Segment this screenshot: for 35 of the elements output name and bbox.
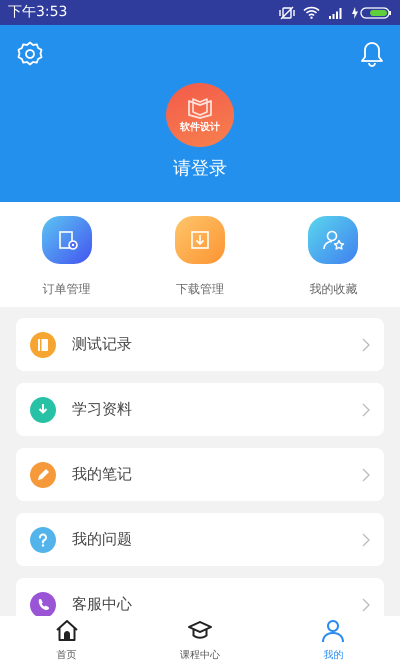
vibrate-off-icon [279, 6, 295, 20]
tab[interactable]: 首页 [22, 616, 112, 666]
menu-item[interactable]: 我的问题 [16, 513, 384, 566]
menu-item[interactable]: 客服中心 [16, 578, 384, 616]
order-settings-icon [42, 216, 92, 264]
logo-caption: 软件设计 [180, 123, 220, 133]
chevron-right-icon [362, 338, 370, 352]
chevron-right-icon [362, 598, 370, 612]
home-icon [54, 618, 80, 644]
wifi-icon [303, 6, 320, 19]
menu-label: 测试记录 [72, 334, 133, 356]
download-icon [174, 216, 225, 264]
settings-icon[interactable] [16, 41, 44, 67]
tab[interactable]: 我的 [288, 616, 378, 666]
chevron-right-icon [362, 468, 370, 482]
notification-icon[interactable] [360, 41, 384, 67]
menu-item[interactable]: 我的笔记 [16, 448, 384, 501]
menu-item[interactable]: 学习资料 [16, 383, 384, 436]
user-star-icon [308, 216, 358, 264]
menu-label: 客服中心 [72, 594, 133, 616]
signal-icon [328, 6, 344, 18]
tab[interactable]: 课程中心 [154, 616, 245, 666]
menu-label: 我的笔记 [72, 464, 133, 486]
chevron-right-icon [362, 402, 370, 416]
user-icon [320, 618, 346, 644]
menu-item[interactable]: 测试记录 [16, 318, 384, 371]
shortcut-button[interactable]: 订单管理 [42, 216, 92, 298]
menu-label: 学习资料 [72, 399, 133, 420]
menu-label: 我的问题 [72, 529, 133, 550]
shortcut-button[interactable]: 我的收藏 [308, 216, 358, 298]
status-time: 下午3:53 [8, 3, 68, 22]
chevron-right-icon [362, 532, 370, 546]
battery-charging-icon [352, 6, 392, 18]
shortcut-button[interactable]: 下载管理 [174, 216, 225, 298]
book-icon [187, 97, 213, 119]
